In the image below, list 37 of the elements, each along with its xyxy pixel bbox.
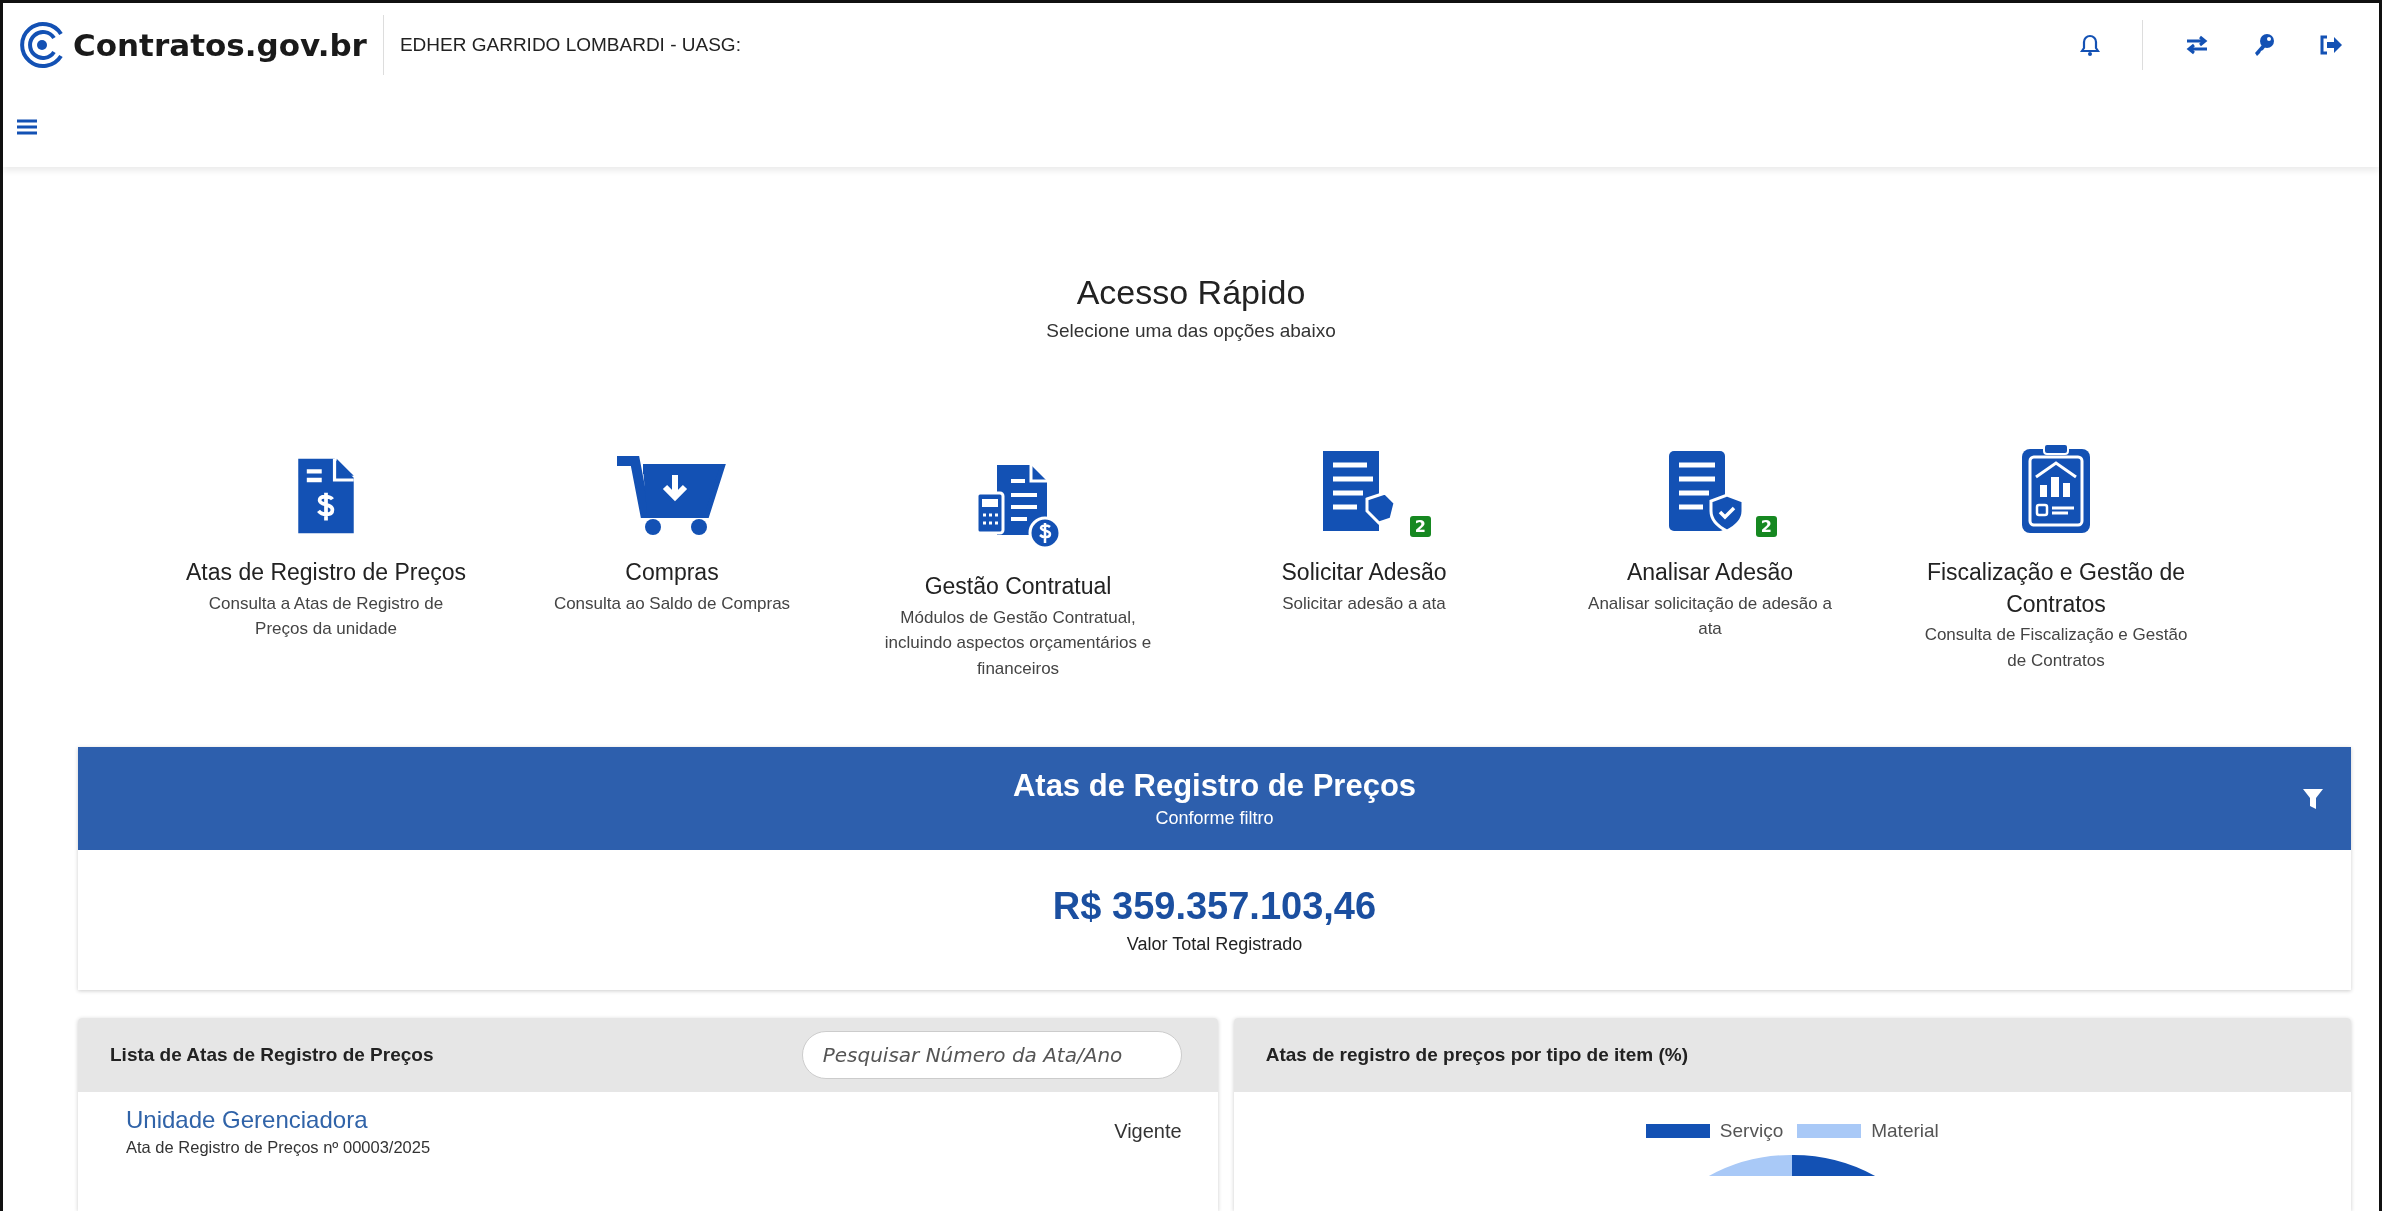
shortcut-title[interactable]: Fiscalização e Gestão de Contratos (1911, 557, 2201, 621)
logo-text[interactable]: Contratos.gov.br (73, 27, 367, 63)
legend-label: Material (1871, 1120, 1939, 1142)
total-value-label: Valor Total Registrado (1126, 934, 1303, 955)
row-title-link[interactable]: Unidade Gerenciadora (126, 1106, 431, 1134)
search-field[interactable]: Pesquisar Número da Ata/Ano (801, 1031, 1182, 1079)
shortcut-title[interactable]: Analisar Adesão (1626, 557, 1794, 589)
swap-arrows-icon[interactable] (2185, 35, 2209, 55)
count-badge: 2 (1755, 516, 1777, 537)
shortcut-title[interactable]: Compras (625, 557, 719, 589)
banner-title: Atas de Registro de Preços (1012, 768, 1417, 804)
sign-out-icon[interactable] (2319, 35, 2343, 55)
shortcut-description: Consulta ao Saldo de Compras (553, 592, 791, 615)
shortcut-description: Solicitar adesão a ata (1282, 592, 1446, 615)
banner-subtitle: Conforme filtro (1155, 808, 1274, 829)
shortcut-title[interactable]: Atas de Registro de Preços (186, 557, 466, 589)
shortcut-title[interactable]: Gestão Contratual (924, 571, 1112, 603)
section-title: Acesso Rápido (1075, 273, 1307, 312)
key-icon[interactable] (2253, 33, 2275, 57)
shortcut-description: Consulta a Atas de Registro de Preços da unidade (207, 592, 445, 641)
shortcut-description: Consulta de Fiscalização e Gestão de Contratos (1923, 624, 2189, 672)
shortcut-description: Analisar solicitação de adesão a ata (1587, 592, 1833, 641)
shortcut-description: Módulos de Gestão Contratual, incluindo aspectos orçamentários e financeiros (883, 606, 1153, 680)
total-value: R$ 359.357.103,46 (1052, 885, 1377, 928)
card-title: Lista de Atas de Registro de Preços (110, 1044, 434, 1066)
menu-icon[interactable] (17, 118, 37, 136)
user-name: EDHER GARRIDO LOMBARDI - UASG: (399, 34, 742, 56)
row-subtitle: Ata de Registro de Preços nº 00003/2025 (126, 1138, 431, 1157)
section-subtitle: Selecione uma das opções abaixo (1046, 320, 1336, 342)
count-badge: 2 (1409, 516, 1431, 537)
legend-label: Serviço (1719, 1120, 1784, 1142)
shortcut-title[interactable]: Solicitar Adesão (1281, 557, 1447, 589)
card-title: Atas de registro de preços por tipo de item (%) (1265, 1044, 1688, 1066)
filter-icon[interactable] (2303, 789, 2323, 809)
shopping-cart-icon[interactable] (617, 455, 727, 537)
notification-bell-icon[interactable] (2080, 34, 2100, 56)
status-text: Vigente (1114, 1120, 1182, 1143)
